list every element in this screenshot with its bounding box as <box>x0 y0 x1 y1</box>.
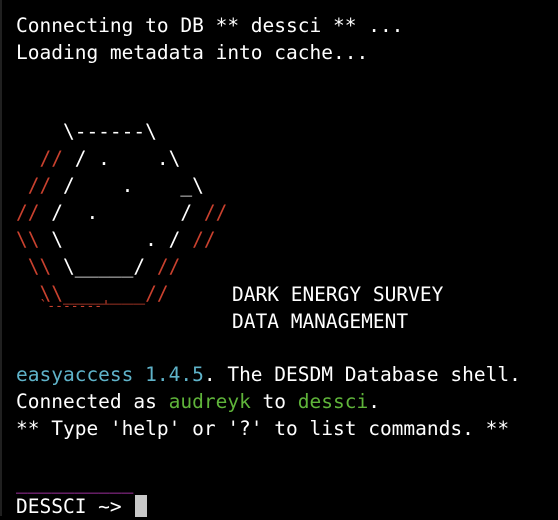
version-rest: . The DESDM Database shell. <box>203 363 521 386</box>
version-line: easyaccess 1.4.5. The DESDM Database she… <box>16 361 521 388</box>
survey-subtitle: DATA MANAGEMENT <box>232 310 409 333</box>
prompt-label: DESSCI ~> <box>16 495 134 518</box>
text-cursor[interactable] <box>135 495 148 517</box>
window-edge <box>0 0 2 516</box>
terminal-window[interactable]: Connecting to DB ** dessci ** ... Loadin… <box>0 0 558 518</box>
logo-art-line: \------\ <box>16 120 157 143</box>
prompt-separator: __________ <box>16 471 134 494</box>
app-version: easyaccess 1.4.5 <box>16 363 204 386</box>
logo-art-line: // / . / // <box>16 201 228 224</box>
survey-title: DARK ENERGY SURVEY <box>232 283 444 306</box>
connected-user: audreyk <box>168 390 251 413</box>
logo-art-line: // / . _\ <box>16 174 204 197</box>
connecting-line: Connecting to DB ** dessci ** ... <box>16 14 404 37</box>
connected-db: dessci <box>297 390 369 413</box>
logo-art-line: `-------' <box>16 299 110 314</box>
logo-art-line: // / . .\ <box>16 147 181 170</box>
loading-line: Loading metadata into cache... <box>16 41 369 64</box>
connected-line: Connected as audreyk to dessci. <box>16 390 380 413</box>
help-line: ** Type 'help' or '?' to list commands. … <box>16 417 510 440</box>
logo-art-line: \\ \_____/ // <box>16 255 181 278</box>
logo-art-line: \\ \ . / // <box>16 228 216 251</box>
